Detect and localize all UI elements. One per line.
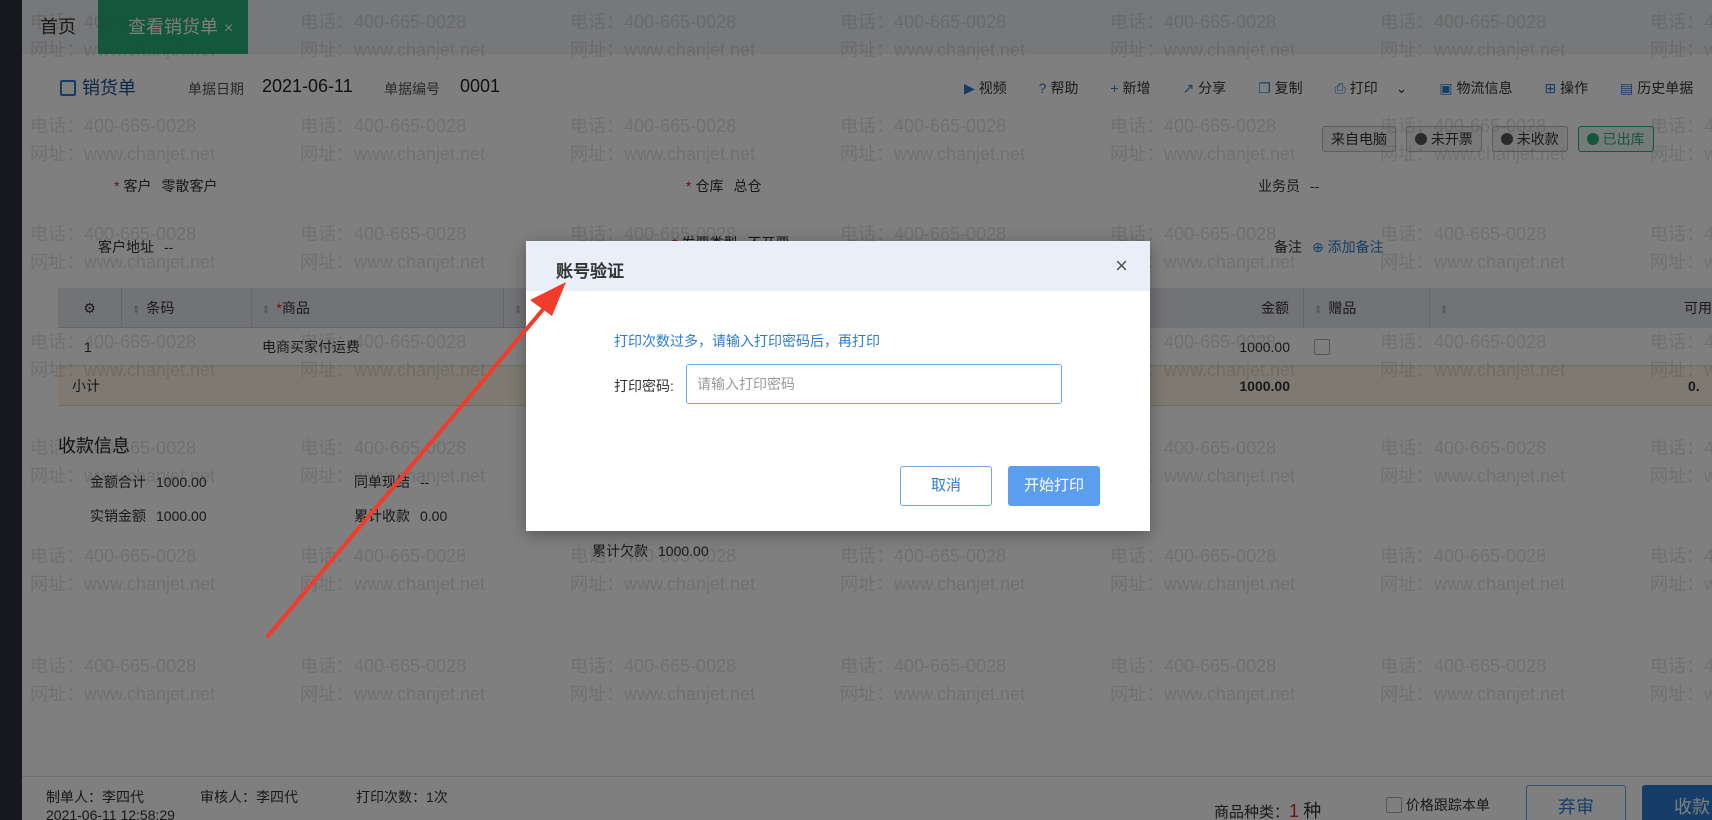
account-verify-dialog: 账号验证 × 打印次数过多，请输入打印密码后，再打印 打印密码: 取消 开始打印 xyxy=(526,241,1150,531)
print-password-input[interactable] xyxy=(686,364,1062,404)
dialog-header: 账号验证 × xyxy=(526,241,1150,291)
start-print-button[interactable]: 开始打印 xyxy=(1008,466,1100,506)
app-window: 首页 查看销货单× 销货单 单据日期 2021-06-11 单据编号 0001 … xyxy=(0,0,1712,820)
close-icon[interactable]: × xyxy=(1115,253,1128,279)
cancel-button[interactable]: 取消 xyxy=(900,466,992,506)
dialog-title: 账号验证 xyxy=(556,262,624,281)
password-label: 打印密码: xyxy=(614,378,674,394)
dialog-message: 打印次数过多，请输入打印密码后，再打印 xyxy=(614,333,880,349)
